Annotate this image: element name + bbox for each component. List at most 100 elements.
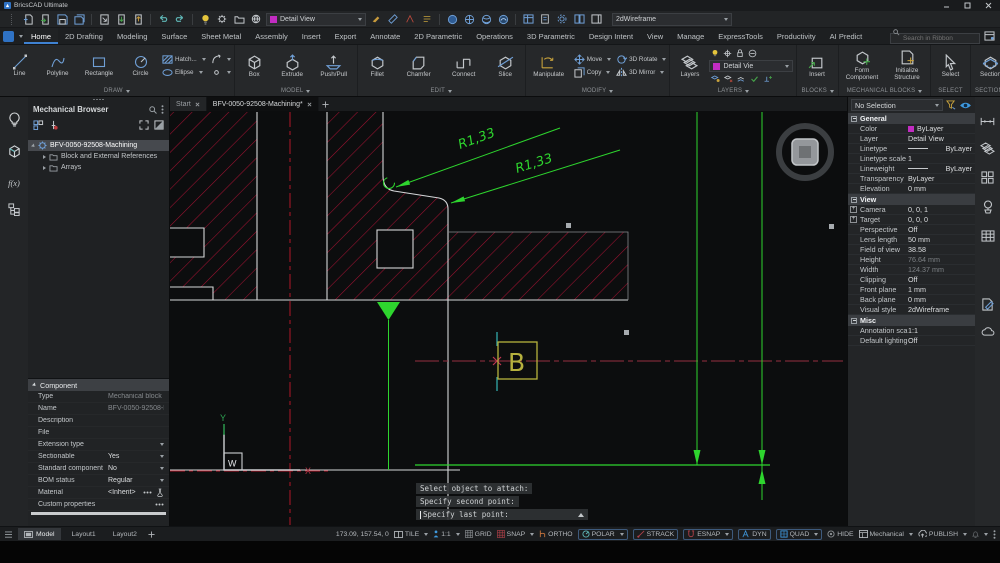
prop-lens-length[interactable]: Lens length50 mm bbox=[848, 235, 975, 245]
annotation-scale-toggle[interactable]: 1:1 bbox=[433, 530, 459, 538]
prop-target[interactable]: +Target0, 0, 0 bbox=[848, 215, 975, 225]
save-all-button[interactable] bbox=[72, 13, 86, 26]
dimension-rail-icon[interactable] bbox=[980, 117, 995, 126]
gear-blue-icon[interactable] bbox=[555, 13, 569, 26]
component-row-material[interactable]: Material<Inherit> bbox=[28, 487, 169, 499]
sheet-tool-icon[interactable] bbox=[538, 13, 552, 26]
layer-state-icon[interactable] bbox=[737, 75, 746, 83]
component-row-file[interactable]: File bbox=[28, 427, 169, 439]
undo-button[interactable] bbox=[156, 13, 170, 26]
form-component-button[interactable]: Form Component bbox=[840, 46, 884, 86]
workspace-switcher[interactable]: Mechanical bbox=[859, 530, 913, 538]
quad-toggle[interactable]: QUAD bbox=[776, 529, 823, 540]
rectangle-button[interactable]: Rectangle bbox=[77, 46, 121, 86]
tool-measure-icon[interactable] bbox=[386, 13, 400, 26]
pushpull-button[interactable]: Push/Pull bbox=[312, 46, 356, 86]
ribbon-search-input[interactable] bbox=[890, 33, 980, 44]
prop-transparency[interactable]: TransparencyByLayer bbox=[848, 174, 975, 184]
render-materials-icon[interactable] bbox=[4, 109, 24, 129]
layout-menu-icon[interactable] bbox=[4, 531, 13, 538]
tool-id-icon[interactable] bbox=[403, 13, 417, 26]
tile-toggle[interactable]: TILE bbox=[394, 531, 428, 538]
component-header[interactable]: Component bbox=[28, 379, 169, 391]
prop-camera[interactable]: +Camera0, 0, 1 bbox=[848, 205, 975, 215]
render-sphere-2-icon[interactable] bbox=[462, 13, 476, 26]
dyn-toggle[interactable]: DYN bbox=[738, 529, 770, 540]
tab-operations[interactable]: Operations bbox=[469, 28, 520, 44]
blocks-rail-icon[interactable] bbox=[981, 171, 994, 184]
ribbon-group-select-label[interactable]: SELECT bbox=[932, 86, 969, 96]
import-button[interactable] bbox=[114, 13, 128, 26]
workspace-icon[interactable] bbox=[572, 13, 586, 26]
layer-check-icon[interactable] bbox=[750, 75, 759, 83]
tab-design-intent[interactable]: Design Intent bbox=[582, 28, 640, 44]
layout1-tab[interactable]: Layout1 bbox=[66, 528, 102, 540]
tool-list-icon[interactable] bbox=[420, 13, 434, 26]
prop-width[interactable]: Width124.37 mm bbox=[848, 265, 975, 275]
browser-display-icon[interactable] bbox=[154, 120, 164, 130]
arc-button[interactable] bbox=[209, 54, 233, 66]
maximize-button[interactable] bbox=[964, 2, 971, 9]
component-row-name[interactable]: NameBFV-0050-92508-Machin bbox=[28, 403, 169, 415]
section-misc[interactable]: Misc bbox=[848, 315, 975, 326]
model-tab[interactable]: Model bbox=[18, 528, 61, 540]
snap-toggle[interactable]: SNAP bbox=[497, 530, 535, 538]
select-button[interactable]: Select bbox=[932, 46, 969, 86]
prop-height[interactable]: Height76.64 mm bbox=[848, 255, 975, 265]
tab-surface[interactable]: Surface bbox=[154, 28, 194, 44]
prop-linetype-scale[interactable]: Linetype scale1 bbox=[848, 154, 975, 164]
slice-button[interactable]: Slice bbox=[487, 46, 524, 86]
prop-clipping[interactable]: ClippingOff bbox=[848, 275, 975, 285]
add-layout-icon[interactable] bbox=[148, 531, 155, 538]
prop-front-plane[interactable]: Front plane1 mm bbox=[848, 285, 975, 295]
command-input-line[interactable]: Specify last point: bbox=[416, 509, 588, 520]
section-view[interactable]: View bbox=[848, 194, 975, 205]
layer-freeze-icon[interactable] bbox=[723, 49, 732, 58]
close-icon[interactable] bbox=[307, 102, 312, 107]
box-button[interactable]: Box bbox=[236, 46, 273, 86]
save-button[interactable] bbox=[55, 13, 69, 26]
layer-plot-icon[interactable] bbox=[748, 49, 757, 58]
tab-view[interactable]: View bbox=[640, 28, 670, 44]
view-style-combo[interactable]: Detail View bbox=[266, 13, 366, 26]
prop-layer[interactable]: LayerDetail View bbox=[848, 134, 975, 144]
green-dimensions[interactable]: R1,33 R1,33 bbox=[377, 112, 770, 500]
layer-bulb-icon[interactable] bbox=[198, 13, 212, 26]
drawing-explorer-icon[interactable] bbox=[249, 13, 263, 26]
browser-expand-icon[interactable] bbox=[139, 120, 149, 130]
parameters-rail-icon[interactable]: f(x) bbox=[4, 173, 24, 193]
materials-rail-icon[interactable] bbox=[982, 200, 994, 214]
prop-annotation-scale[interactable]: Annotation sca1:1 bbox=[848, 326, 975, 336]
settings-gear-icon[interactable] bbox=[215, 13, 229, 26]
selection-combo[interactable]: No Selection bbox=[851, 99, 943, 111]
layer-lock-icon[interactable] bbox=[736, 49, 744, 58]
table-rail-icon[interactable] bbox=[981, 230, 995, 242]
prop-default-lighting[interactable]: Default lightingOff bbox=[848, 336, 975, 346]
visibility-eye-icon[interactable] bbox=[959, 101, 972, 110]
new-doc-tab-button[interactable] bbox=[319, 97, 333, 111]
toolbar-handle-icon[interactable] bbox=[4, 13, 18, 26]
fillet-button[interactable]: Fillet bbox=[359, 46, 396, 86]
layer-unisolate-icon[interactable] bbox=[724, 75, 733, 83]
prop-elevation[interactable]: Elevation0 mm bbox=[848, 184, 975, 194]
browser-filter-icon[interactable] bbox=[33, 120, 44, 130]
prop-color[interactable]: ColorByLayer bbox=[848, 124, 975, 134]
visual-style-combo[interactable]: 2dWireframe bbox=[612, 13, 732, 26]
drawing-viewport[interactable]: R1,33 R1,33 B W Y X bbox=[170, 97, 847, 526]
render-sphere-4-icon[interactable] bbox=[496, 13, 510, 26]
component-row-custom-properties[interactable]: Custom properties bbox=[28, 499, 169, 511]
tree-item-block-refs[interactable]: Block and External References bbox=[28, 151, 169, 162]
component-row-extension-type[interactable]: Extension type bbox=[28, 439, 169, 451]
cloud-rail-icon[interactable] bbox=[981, 327, 995, 337]
expand-icon[interactable]: + bbox=[850, 206, 857, 213]
circle-button[interactable]: Circle bbox=[122, 46, 159, 86]
close-button[interactable] bbox=[985, 2, 992, 9]
mechanical-browser-rail-icon[interactable] bbox=[4, 141, 24, 161]
render-sphere-1-icon[interactable] bbox=[445, 13, 459, 26]
tab-manage[interactable]: Manage bbox=[670, 28, 711, 44]
search-icon[interactable] bbox=[149, 106, 157, 114]
extrude-button[interactable]: Extrude bbox=[274, 46, 311, 86]
ortho-toggle[interactable]: ORTHO bbox=[539, 530, 572, 538]
prop-visual-style[interactable]: Visual style2dWireframe bbox=[848, 305, 975, 315]
tab-annotate[interactable]: Annotate bbox=[363, 28, 407, 44]
